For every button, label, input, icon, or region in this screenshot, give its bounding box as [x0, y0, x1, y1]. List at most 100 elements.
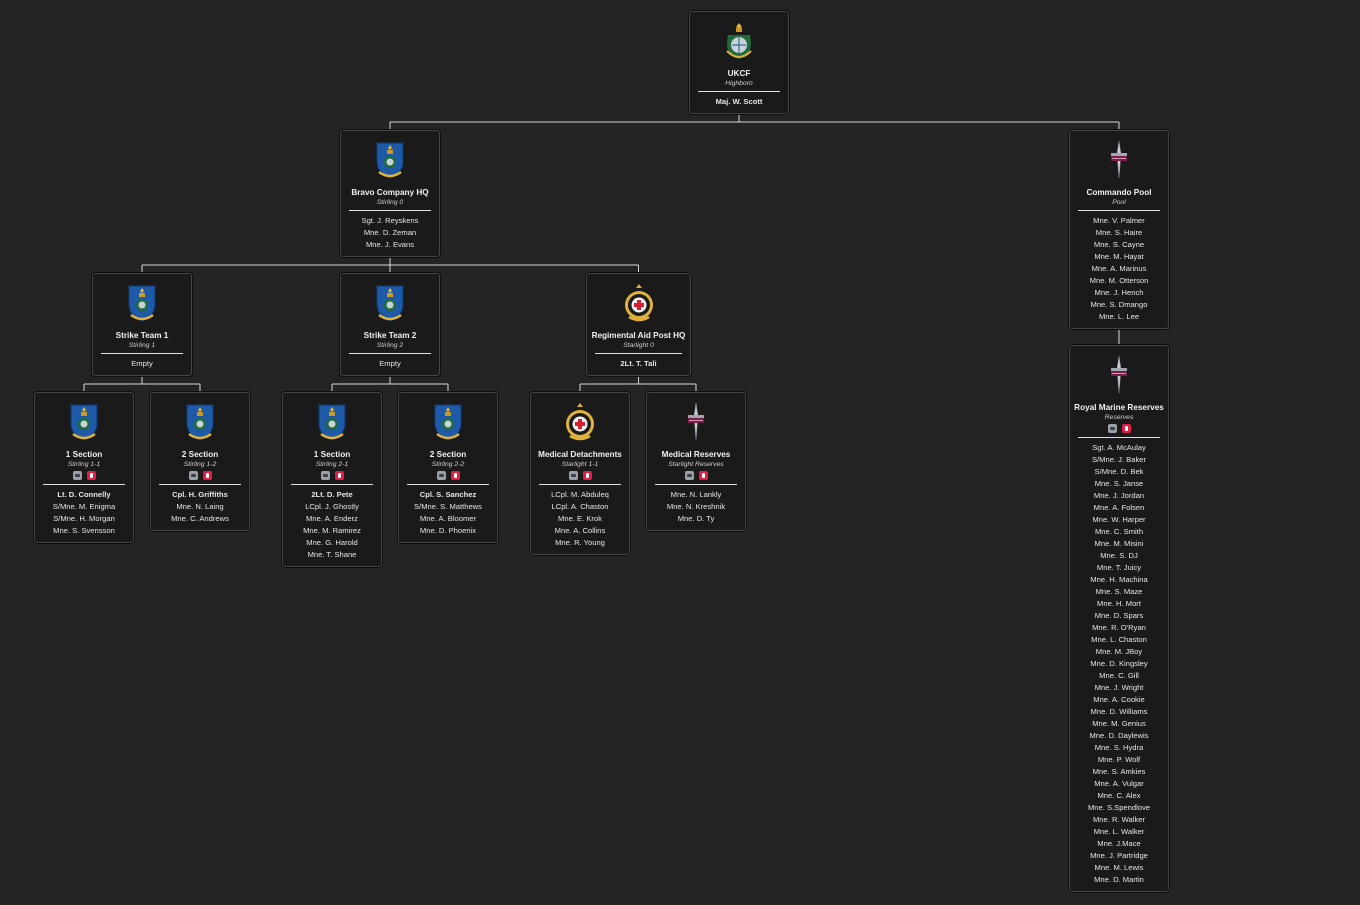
unit-badges — [35, 471, 133, 481]
member-entry: Mne. M. JBoy — [1095, 647, 1143, 656]
member-entry: Mne. R. Young — [555, 538, 605, 547]
member-entry: Mne. C. Gill — [1099, 671, 1139, 680]
radio-icon[interactable] — [1107, 424, 1117, 433]
member-entry: Mne. R. Walker — [1092, 815, 1146, 824]
divider — [159, 484, 241, 485]
unit-name: Medical Reserves — [661, 450, 731, 459]
member-entry: Mne. S. Svensson — [53, 526, 115, 535]
blue-shield-crest-icon — [373, 140, 407, 180]
unit-callsign: Stirling 2-1 — [315, 461, 349, 468]
commando-dagger-icon — [1102, 140, 1136, 180]
unit-badges — [647, 471, 745, 481]
member-entry: Mne. C. Smith — [1094, 527, 1144, 536]
member-entry: Mne. C. Andrews — [171, 514, 229, 523]
member-entry: Mne. M. Lewis — [1094, 863, 1144, 872]
unit-card-pool[interactable]: Commando Pool Pool Mne. V. Palmer Mne. S. H… — [1069, 130, 1169, 329]
member-entry: Mne. A. Enderz — [306, 514, 358, 523]
unit-card-s21[interactable]: 1 Section Stirling 2-1 2Lt. D. Pete LCpl. J… — [282, 392, 382, 567]
member-entry: Mne. A. Collins — [554, 526, 606, 535]
blue-shield-crest-icon — [125, 283, 159, 323]
member-entry: Mne. A. Marinus — [1091, 264, 1147, 273]
member-entry: Mne. D. Martin — [1094, 875, 1144, 884]
unit-name: Commando Pool — [1086, 188, 1152, 197]
unit-card-ukcf[interactable]: UKCF Highborn Maj. W. Scott — [689, 11, 789, 114]
member-entry: Mne. D. Phoenix — [419, 526, 477, 535]
member-entry: Cpl. H. Griffiths — [172, 490, 228, 499]
medical-crest-icon — [622, 283, 656, 323]
rm-globe-crest-icon — [722, 21, 756, 61]
alert-icon[interactable] — [582, 471, 592, 480]
unit-badges — [531, 471, 629, 481]
member-entry: S/Mne. J. Baker — [1091, 455, 1147, 464]
member-list: Mne. V. Palmer Mne. S. Haire Mne. S. Cayne… — [1070, 215, 1168, 323]
alert-icon[interactable] — [450, 471, 460, 480]
member-entry: S/Mne. S. Matthews — [414, 502, 482, 511]
member-entry: Mne. S. Maze — [1095, 587, 1143, 596]
member-entry: Mne. W. Harper — [1092, 515, 1146, 524]
member-entry: S/Mne. H. Morgan — [53, 514, 115, 523]
member-entry: Mne. D. Zeman — [363, 228, 417, 237]
alert-icon[interactable] — [86, 471, 96, 480]
org-chart: UKCF Highborn Maj. W. Scott Bravo Company H… — [0, 0, 1360, 905]
unit-name: 1 Section — [313, 450, 351, 459]
alert-icon[interactable] — [334, 471, 344, 480]
member-list: 2Lt. D. Pete LCpl. J. Ghostly Mne. A. Ende… — [283, 489, 381, 561]
member-entry: Mne. S.Spendlove — [1087, 803, 1151, 812]
member-entry: Mne. S. Amkies — [1092, 767, 1146, 776]
unit-card-bravo[interactable]: Bravo Company HQ Stirling 0 Sgt. J. Reyske… — [340, 130, 440, 257]
member-list: Maj. W. Scott — [690, 96, 788, 108]
unit-card-med[interactable]: Medical Detachments Starlight 1-1 LCpl. M.… — [530, 392, 630, 555]
unit-card-s11[interactable]: 1 Section Stirling 1-1 Lt. D. Connelly S/Mn… — [34, 392, 134, 543]
alert-icon[interactable] — [1121, 424, 1131, 433]
unit-badges — [1070, 424, 1168, 434]
radio-icon[interactable] — [684, 471, 694, 480]
unit-card-rap[interactable]: Regimental Aid Post HQ Starlight 0 2Lt. T.… — [586, 273, 691, 376]
divider — [349, 353, 431, 354]
radio-icon[interactable] — [320, 471, 330, 480]
divider — [349, 210, 431, 211]
member-entry: Sgt. J. Reyskens — [361, 216, 419, 225]
member-entry: Mne. J. Partridge — [1090, 851, 1148, 860]
blue-shield-crest-icon — [315, 402, 349, 442]
unit-name: 1 Section — [65, 450, 103, 459]
member-entry: Mne. M. Hayat — [1094, 252, 1144, 261]
divider — [595, 353, 682, 354]
divider — [291, 484, 373, 485]
radio-icon[interactable] — [188, 471, 198, 480]
unit-name: 2 Section — [181, 450, 219, 459]
member-entry: LCpl. A. Chaston — [551, 502, 609, 511]
radio-icon[interactable] — [436, 471, 446, 480]
blue-shield-crest-icon — [67, 402, 101, 442]
member-entry: Mne. D. Spars — [1094, 611, 1144, 620]
unit-name: UKCF — [727, 69, 751, 78]
unit-callsign: Stirling 1-1 — [67, 461, 101, 468]
unit-card-st2[interactable]: Strike Team 2 Stirling 2 Empty — [340, 273, 440, 376]
alert-icon[interactable] — [202, 471, 212, 480]
member-entry: Sgt. A. McAulay — [1092, 443, 1146, 452]
member-entry: S/Mne. M. Enigma — [52, 502, 116, 511]
blue-shield-crest-icon — [373, 283, 407, 323]
member-list: Cpl. H. Griffiths Mne. N. Laing Mne. C. An… — [151, 489, 249, 525]
unit-card-s12[interactable]: 2 Section Stirling 1-2 Cpl. H. Griffiths Mn… — [150, 392, 250, 531]
commando-dagger-icon — [1102, 355, 1136, 395]
member-list: Sgt. J. Reyskens Mne. D. Zeman Mne. J. Eva… — [341, 215, 439, 251]
radio-icon[interactable] — [72, 471, 82, 480]
unit-card-medres[interactable]: Medical Reserves Starlight Reserves Mne. N… — [646, 392, 746, 531]
unit-callsign: Starlight 1-1 — [561, 461, 599, 468]
member-list: LCpl. M. Abduleq LCpl. A. Chaston Mne. E. … — [531, 489, 629, 549]
unit-card-rmr[interactable]: Royal Marine Reserves Reserves Sgt. A. McA… — [1069, 345, 1169, 892]
unit-card-s22[interactable]: 2 Section Stirling 2-2 Cpl. S. Sanchez S/Mn… — [398, 392, 498, 543]
member-entry: Lt. D. Connelly — [57, 490, 111, 499]
member-entry: Mne. M. Otterson — [1089, 276, 1149, 285]
member-entry: Mne. A. Cookie — [1093, 695, 1145, 704]
member-entry: Mne. G. Harold — [306, 538, 358, 547]
alert-icon[interactable] — [698, 471, 708, 480]
member-list: Lt. D. Connelly S/Mne. M. Enigma S/Mne. H.… — [35, 489, 133, 537]
member-list: Cpl. S. Sanchez S/Mne. S. Matthews Mne. A.… — [399, 489, 497, 537]
radio-icon[interactable] — [568, 471, 578, 480]
unit-name: Regimental Aid Post HQ — [591, 331, 686, 340]
unit-card-st1[interactable]: Strike Team 1 Stirling 1 Empty — [92, 273, 192, 376]
member-entry: S/Mne. D. Bek — [1094, 467, 1144, 476]
unit-name: Bravo Company HQ — [351, 188, 429, 197]
member-entry: Mne. J.Mace — [1097, 839, 1141, 848]
